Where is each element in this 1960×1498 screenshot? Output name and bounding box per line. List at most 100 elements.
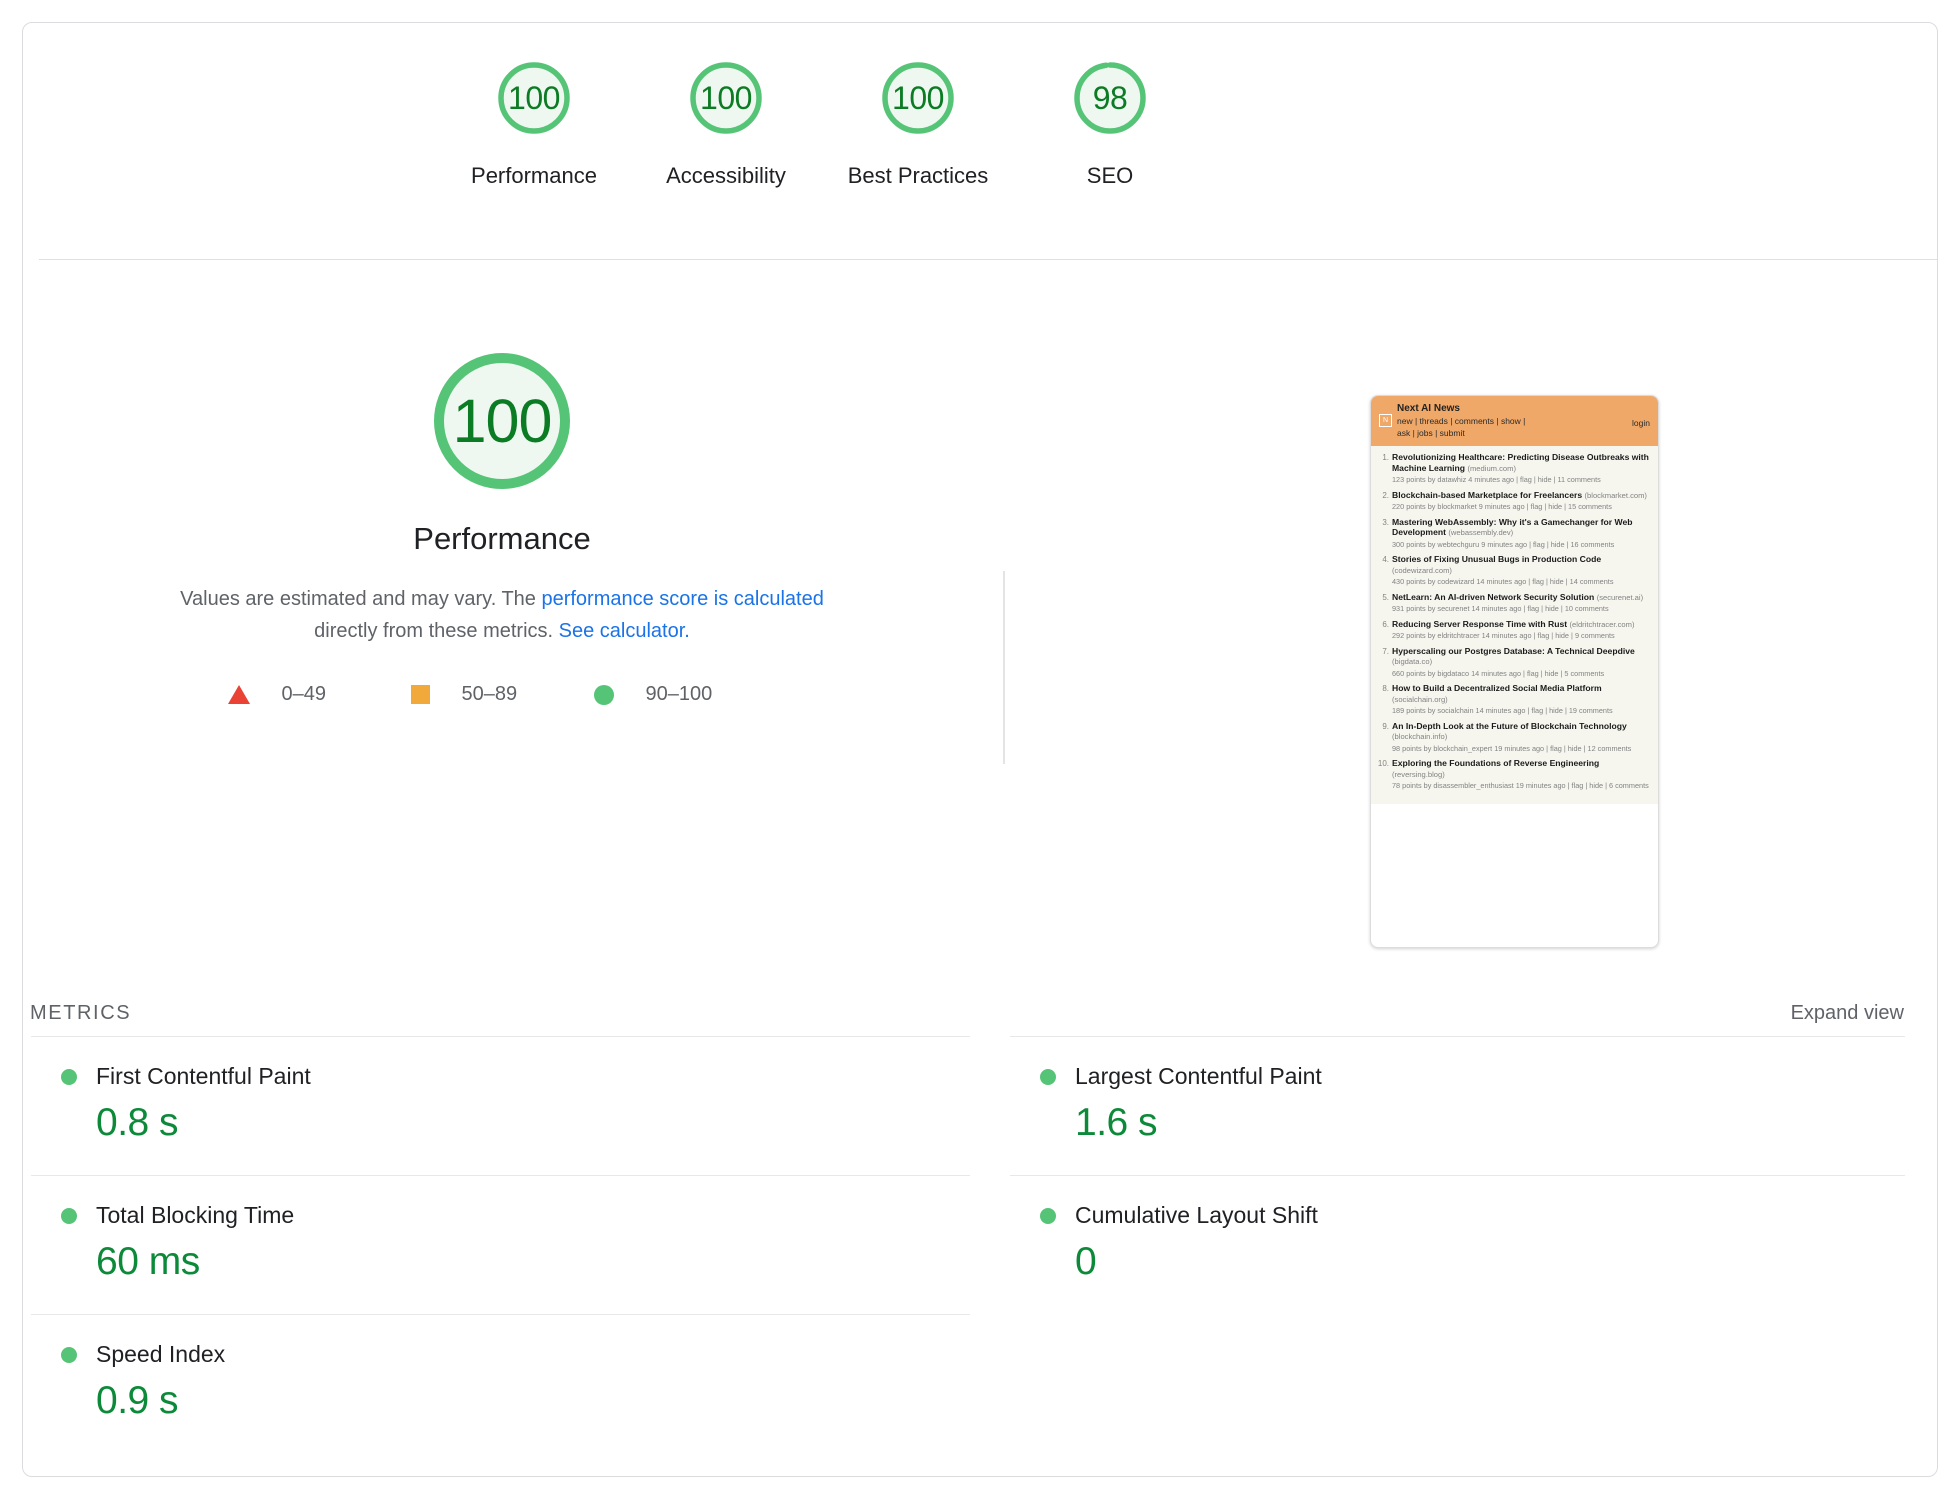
legend-square-icon <box>410 685 430 704</box>
metric-item[interactable]: First Contentful Paint 0.8 s <box>31 1036 970 1175</box>
metric-name: Largest Contentful Paint <box>1075 1063 1322 1089</box>
metric-value: 0.8 s <box>96 1101 179 1144</box>
score-gauge-accessibility[interactable]: 100 Accessibility <box>630 59 822 189</box>
legend-item-square: 50–89 <box>410 683 594 706</box>
performance-score-link[interactable]: performance score is calculated <box>541 588 823 610</box>
score-legend: 0–49 50–89 90–100 <box>227 683 777 706</box>
metric-name: First Contentful Paint <box>96 1063 311 1089</box>
metric-status-icon <box>61 1068 77 1085</box>
score-gauge-best-practices[interactable]: 100 Best Practices <box>822 59 1014 189</box>
metric-value: 0.9 s <box>96 1379 179 1422</box>
story-title-text: Hyperscaling our Postgres Database: A Te… <box>1392 645 1635 656</box>
gauge-value: 100 <box>508 79 560 116</box>
gauge-ring: 100 <box>687 59 765 137</box>
story-rank: 5. <box>1382 592 1389 602</box>
metric-name: Cumulative Layout Shift <box>1075 1202 1318 1228</box>
legend-range-label: 90–100 <box>645 683 713 705</box>
thumbnail-story-row: 7. Hyperscaling our Postgres Database: A … <box>1377 646 1652 679</box>
metric-item[interactable]: Cumulative Layout Shift 0 <box>1010 1175 1905 1314</box>
desc-text-1: Values are estimated and may vary. The <box>180 588 542 610</box>
legend-range-label: 0–49 <box>281 683 327 705</box>
story-rank: 7. <box>1382 646 1389 656</box>
gauge-value: 100 <box>700 79 752 116</box>
metric-status-icon <box>61 1207 77 1224</box>
story-subline: 98 points by blockchain_expert 19 minute… <box>1392 743 1632 753</box>
story-title: Revolutionizing Healthcare: Predicting D… <box>1392 452 1652 474</box>
gauge-label: Performance <box>471 163 597 188</box>
metrics-column-left: First Contentful Paint 0.8 s Total Blockin… <box>23 1036 980 1453</box>
story-domain: (webassembly.dev) <box>1448 528 1514 537</box>
thumbnail-nav-line-1: new | threads | comments | show | <box>1397 416 1526 426</box>
story-domain: (securenet.ai) <box>1596 592 1644 602</box>
legend-triangle-icon <box>227 685 250 704</box>
story-domain: (medium.com) <box>1467 463 1516 473</box>
score-gauge-seo[interactable]: 98 SEO <box>1014 59 1206 189</box>
story-rank: 9. <box>1382 721 1389 731</box>
story-subline: 292 points by eldritchtracer 14 minutes … <box>1392 631 1615 640</box>
metric-item[interactable]: Speed Index 0.9 s <box>31 1314 970 1453</box>
metrics-header: METRICS Expand view <box>23 983 1937 1043</box>
thumbnail-story-row: 5. NetLearn: An AI-driven Network Securit… <box>1377 592 1652 614</box>
story-subline: 931 points by securenet 14 minutes ago |… <box>1392 604 1609 613</box>
thumbnail-site-header: N Next AI News new | threads | comments … <box>1371 396 1658 446</box>
story-title: An In-Depth Look at the Future of Blockc… <box>1392 721 1652 743</box>
gauge-label: Accessibility <box>666 163 786 188</box>
story-rank: 6. <box>1382 619 1389 629</box>
story-title-text: Reducing Server Response Time with Rust <box>1392 618 1568 629</box>
metric-item[interactable]: Largest Contentful Paint 1.6 s <box>1010 1036 1905 1175</box>
legend-range-label: 50–89 <box>461 683 518 705</box>
score-gauge-performance[interactable]: 100 Performance <box>438 59 630 189</box>
gauge-value: 98 <box>1092 79 1128 116</box>
story-domain: (blockmarket.com) <box>1584 490 1647 500</box>
metric-value: 60 ms <box>96 1240 200 1283</box>
thumbnail-story-row: 2. Blockchain-based Marketplace for Freel… <box>1377 490 1652 512</box>
story-title-text: Stories of Fixing Unusual Bugs in Produc… <box>1392 554 1602 564</box>
story-title: Hyperscaling our Postgres Database: A Te… <box>1392 646 1652 668</box>
story-title: Blockchain-based Marketplace for Freelan… <box>1392 490 1652 502</box>
story-subline: 123 points by datawhiz 4 minutes ago | f… <box>1392 475 1601 484</box>
metric-value: 1.6 s <box>1075 1101 1158 1144</box>
gauge-label: Best Practices <box>847 163 989 188</box>
gauge-value: 100 <box>892 79 944 116</box>
metric-name: Speed Index <box>96 1341 226 1367</box>
story-title: How to Build a Decentralized Social Medi… <box>1392 683 1652 705</box>
story-subline: 300 points by webtechguru 9 minutes ago … <box>1392 539 1615 549</box>
story-rank: 8. <box>1382 684 1389 693</box>
legend-item-circle: 90–100 <box>593 683 777 706</box>
gauge-label: SEO <box>1086 163 1134 188</box>
story-domain: (eldritchtracer.com) <box>1569 619 1635 629</box>
see-calculator-link[interactable]: See calculator. <box>559 620 690 642</box>
metric-value: 0 <box>1075 1240 1097 1283</box>
thumbnail-story-row: 9. An In-Depth Look at the Future of Bloc… <box>1377 721 1652 754</box>
performance-gauge[interactable]: 100 <box>426 345 578 497</box>
thumbnail-story-row: 6. Reducing Server Response Time with Rus… <box>1377 619 1652 641</box>
story-domain: (socialchain.org) <box>1392 694 1448 704</box>
legend-item-triangle: 0–49 <box>227 683 411 706</box>
story-title-text: Revolutionizing Healthcare: Predicting D… <box>1392 452 1649 473</box>
story-rank: 1. <box>1382 453 1389 462</box>
story-title: Stories of Fixing Unusual Bugs in Produc… <box>1392 554 1652 576</box>
thumbnail-site-title: Next AI News <box>1397 403 1460 414</box>
metric-item[interactable]: Total Blocking Time 60 ms <box>31 1175 970 1314</box>
gauge-ring: 98 <box>1071 59 1149 137</box>
story-domain: (bigdata.co) <box>1392 657 1433 666</box>
metric-status-icon <box>61 1346 77 1363</box>
story-title-text: How to Build a Decentralized Social Medi… <box>1392 683 1602 693</box>
story-domain: (reversing.blog) <box>1392 769 1445 779</box>
story-domain: (blockchain.info) <box>1392 732 1448 741</box>
page-screenshot-thumbnail[interactable]: N Next AI News new | threads | comments … <box>1370 395 1659 948</box>
story-subline: 78 points by disassembler_enthusiast 19 … <box>1392 781 1649 790</box>
performance-gauge-value: 100 <box>452 387 553 455</box>
metric-name: Total Blocking Time <box>96 1202 295 1228</box>
vertical-divider <box>1003 571 1005 764</box>
score-gauges-strip: 100 Performance 100 Accessibility 100 Best Pr… <box>23 23 1937 258</box>
performance-gauge-block: 100 Performance Values are estimated and… <box>23 273 981 706</box>
thumbnail-story-row: 10. Exploring the Foundations of Reverse … <box>1377 758 1652 791</box>
story-title-text: An In-Depth Look at the Future of Blockc… <box>1392 720 1627 731</box>
expand-view-button[interactable]: Expand view <box>1791 1002 1904 1025</box>
gauge-ring: 100 <box>879 59 957 137</box>
story-subline: 220 points by blockmarket 9 minutes ago … <box>1392 502 1612 511</box>
legend-circle-icon <box>593 684 614 705</box>
story-title: Exploring the Foundations of Reverse Eng… <box>1392 758 1652 780</box>
story-rank: 4. <box>1382 555 1389 564</box>
